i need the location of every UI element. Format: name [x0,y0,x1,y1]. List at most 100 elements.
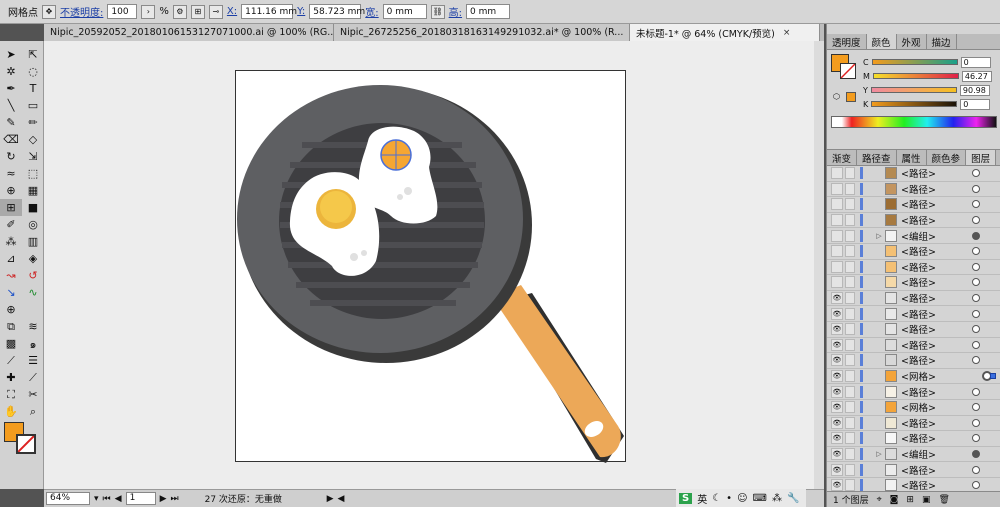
type-tool-icon[interactable]: T [22,80,44,97]
layer-name[interactable]: <路径> [901,431,972,445]
target-circle-icon[interactable] [972,449,980,458]
target-circle-icon[interactable] [972,200,980,209]
target-circle-icon[interactable] [972,309,980,318]
lock-toggle[interactable] [845,447,855,460]
locate-object-icon[interactable]: ⌖ [877,495,882,505]
red-path-icon[interactable]: ↝ [0,267,22,284]
eye-icon[interactable] [831,182,843,195]
lock-toggle[interactable] [845,338,855,351]
expand-arrow-icon[interactable]: ▷ [873,232,885,240]
close-icon[interactable]: × [783,28,791,38]
magic-wand-icon[interactable]: ✲ [0,63,22,80]
zoom-tool-icon[interactable]: ⌕ [22,403,44,420]
gamut-swatch[interactable] [846,92,856,102]
perspective-grid-icon[interactable]: ▦ [22,182,44,199]
knife-icon[interactable]: ⟋ [22,369,44,386]
hand-tool-icon[interactable]: ✋ [0,403,22,420]
lock-toggle[interactable] [845,198,855,211]
layer-name[interactable]: <路径> [901,244,972,258]
eye-icon[interactable]: 👁 [831,323,843,336]
layer-row[interactable]: 👁 <路径> [827,353,1000,369]
target-circle-icon[interactable] [972,356,980,365]
target-circle-icon[interactable] [972,216,980,225]
rotate-tool-icon[interactable]: ↻ [0,148,22,165]
tab-color-guide[interactable]: 颜色参 [927,150,967,165]
anchor-icon[interactable]: ⊸ [208,4,223,19]
target-icon[interactable]: ⊕ [0,301,22,318]
hscroll-left-icon[interactable]: ◀ [338,494,345,504]
doc-tab-3[interactable]: 未标题-1* @ 64% (CMYK/预览) × [630,24,820,41]
canvas-area[interactable] [44,41,824,489]
lock-toggle[interactable] [845,276,855,289]
layer-name[interactable]: <路径> [901,197,972,211]
scale-tool-icon[interactable]: ⇲ [22,148,44,165]
lock-toggle[interactable] [845,229,855,242]
new-sublayer-icon[interactable]: ⊞ [906,495,914,505]
direct-selection-tool-icon[interactable]: ⇱ [22,46,44,63]
layer-name[interactable]: <路径> [901,322,972,336]
paintbrush-icon[interactable]: ✎ [0,114,22,131]
eye-icon[interactable] [831,276,843,289]
eye-icon[interactable] [831,229,843,242]
shape-builder-icon[interactable]: ⊕ [0,182,22,199]
y-slider[interactable] [870,87,957,93]
layer-name[interactable]: <路径> [901,166,972,180]
expand-arrow-icon[interactable]: ▷ [873,450,885,458]
lock-toggle[interactable] [845,245,855,258]
wrench-icon[interactable]: 🔧 [787,493,799,504]
fill-stroke-swatch[interactable] [0,420,44,454]
layer-row[interactable]: 👁 <网格> [827,400,1000,416]
lock-toggle[interactable] [845,401,855,414]
chevron-right-icon[interactable]: › [141,4,156,19]
tab-layers[interactable]: 图层 [966,150,997,165]
target-circle-icon[interactable] [972,465,980,474]
m-value[interactable]: 46.27 [961,70,992,82]
layer-row[interactable]: ▷ <编组> [827,228,1000,244]
c-slider[interactable] [871,59,958,65]
height-input[interactable]: 0 mm [466,4,511,19]
eye-icon[interactable]: 👁 [831,338,843,351]
apps-icon[interactable]: ⁂ [772,493,782,504]
lock-toggle[interactable] [845,323,855,336]
envelope-icon[interactable]: ⧉ [0,318,22,335]
target-circle-icon[interactable] [972,481,980,490]
target-circle-icon[interactable] [972,325,980,334]
target-circle-icon[interactable] [972,387,980,396]
artboard[interactable] [235,70,626,463]
m-slider[interactable] [872,73,959,79]
pan-handle[interactable] [492,285,624,463]
tab-appearance[interactable]: 外观 [897,34,927,49]
pen-tool-icon[interactable]: ✒ [0,80,22,97]
layer-row[interactable]: 👁 <路径> [827,431,1000,447]
rectangle-tool-icon[interactable]: ▭ [22,97,44,114]
layer-name[interactable]: <路径> [901,275,972,289]
eye-icon[interactable]: 👁 [831,354,843,367]
k-value[interactable]: 0 [960,98,991,110]
layer-name[interactable]: <路径> [901,463,972,477]
lock-toggle[interactable] [845,167,855,180]
mesh-grid-icon[interactable]: ▩ [0,335,22,352]
eye-icon[interactable] [831,167,843,180]
eye-icon[interactable] [831,198,843,211]
eye-icon[interactable]: 👁 [831,447,843,460]
layer-name[interactable]: <路径> [901,182,972,196]
eye-icon[interactable]: 👁 [831,479,843,492]
opacity-label[interactable]: 不透明度: [60,4,103,19]
mesh-tool-icon[interactable]: ⊞ [0,199,22,216]
layer-row[interactable]: 👁 ▷ <编组> [827,447,1000,463]
slice-tool-icon[interactable]: ◈ [22,250,44,267]
color-spectrum[interactable] [831,116,997,128]
eye-icon[interactable]: 👁 [831,416,843,429]
eye-icon[interactable] [831,245,843,258]
target-circle-icon[interactable] [972,184,980,193]
blue-path-icon[interactable]: ↘ [0,284,22,301]
eye-icon[interactable]: 👁 [831,432,843,445]
target-circle-icon[interactable] [972,262,980,271]
stroke-swatch[interactable] [16,434,36,454]
align-icon[interactable]: ☰ [22,352,44,369]
target-circle-icon[interactable] [972,418,980,427]
layer-row[interactable]: 👁 <路径> [827,306,1000,322]
blend-tool-icon[interactable]: ◎ [22,216,44,233]
free-transform-icon[interactable]: ⬚ [22,165,44,182]
status-arrow-icon[interactable]: ▶ [327,494,334,504]
